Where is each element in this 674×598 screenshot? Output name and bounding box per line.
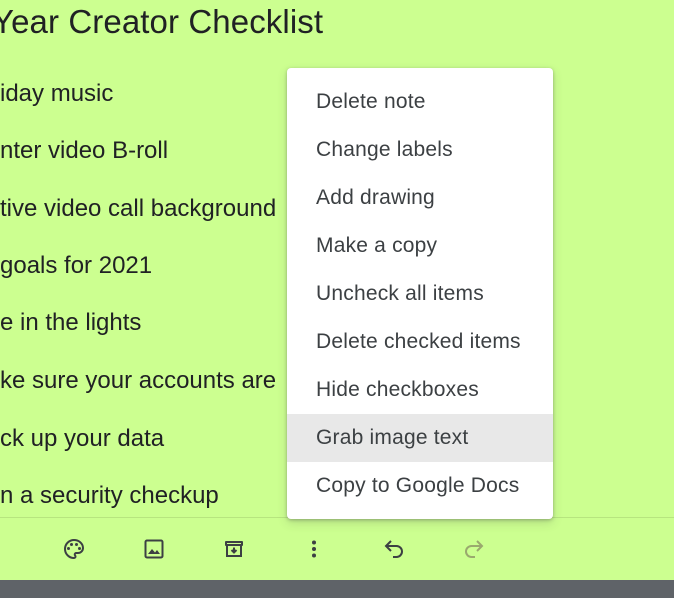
checklist-item[interactable]: goals for 2021 bbox=[0, 246, 152, 286]
menu-item-hide-checkboxes[interactable]: Hide checkboxes bbox=[287, 366, 553, 414]
menu-item-delete-checked-items[interactable]: Delete checked items bbox=[287, 318, 553, 366]
more-vert-icon bbox=[302, 537, 326, 561]
add-image-button[interactable] bbox=[136, 531, 172, 567]
redo-button[interactable] bbox=[456, 531, 492, 567]
checklist-item[interactable]: e in the lights bbox=[0, 303, 141, 343]
bottom-bar bbox=[0, 580, 674, 598]
menu-item-copy-to-google-docs[interactable]: Copy to Google Docs bbox=[287, 462, 553, 510]
archive-button[interactable] bbox=[216, 531, 252, 567]
undo-icon bbox=[382, 537, 406, 561]
more-options-menu: Delete note Change labels Add drawing Ma… bbox=[287, 68, 553, 519]
checklist-item[interactable]: ck up your data bbox=[0, 419, 164, 459]
redo-icon bbox=[462, 537, 486, 561]
add-person-icon bbox=[0, 537, 12, 561]
checklist-item[interactable]: tive video call background bbox=[0, 189, 276, 229]
collaborator-button[interactable] bbox=[0, 531, 18, 567]
menu-item-add-drawing[interactable]: Add drawing bbox=[287, 174, 553, 222]
palette-icon bbox=[62, 537, 86, 561]
image-icon bbox=[142, 537, 166, 561]
checklist-item[interactable]: nter video B-roll bbox=[0, 131, 168, 171]
checklist-item[interactable]: n a security checkup bbox=[0, 476, 219, 516]
more-options-button[interactable] bbox=[296, 531, 332, 567]
menu-item-change-labels[interactable]: Change labels bbox=[287, 126, 553, 174]
menu-item-grab-image-text[interactable]: Grab image text bbox=[287, 414, 553, 462]
note-toolbar bbox=[0, 517, 674, 581]
keep-note-page: Year Creator Checklist iday music nter v… bbox=[0, 0, 674, 598]
checklist-item[interactable]: iday music bbox=[0, 74, 113, 114]
background-options-button[interactable] bbox=[56, 531, 92, 567]
checklist-item[interactable]: ke sure your accounts are bbox=[0, 361, 276, 401]
menu-item-uncheck-all-items[interactable]: Uncheck all items bbox=[287, 270, 553, 318]
undo-button[interactable] bbox=[376, 531, 412, 567]
menu-item-delete-note[interactable]: Delete note bbox=[287, 78, 553, 126]
archive-icon bbox=[222, 537, 246, 561]
menu-item-make-a-copy[interactable]: Make a copy bbox=[287, 222, 553, 270]
